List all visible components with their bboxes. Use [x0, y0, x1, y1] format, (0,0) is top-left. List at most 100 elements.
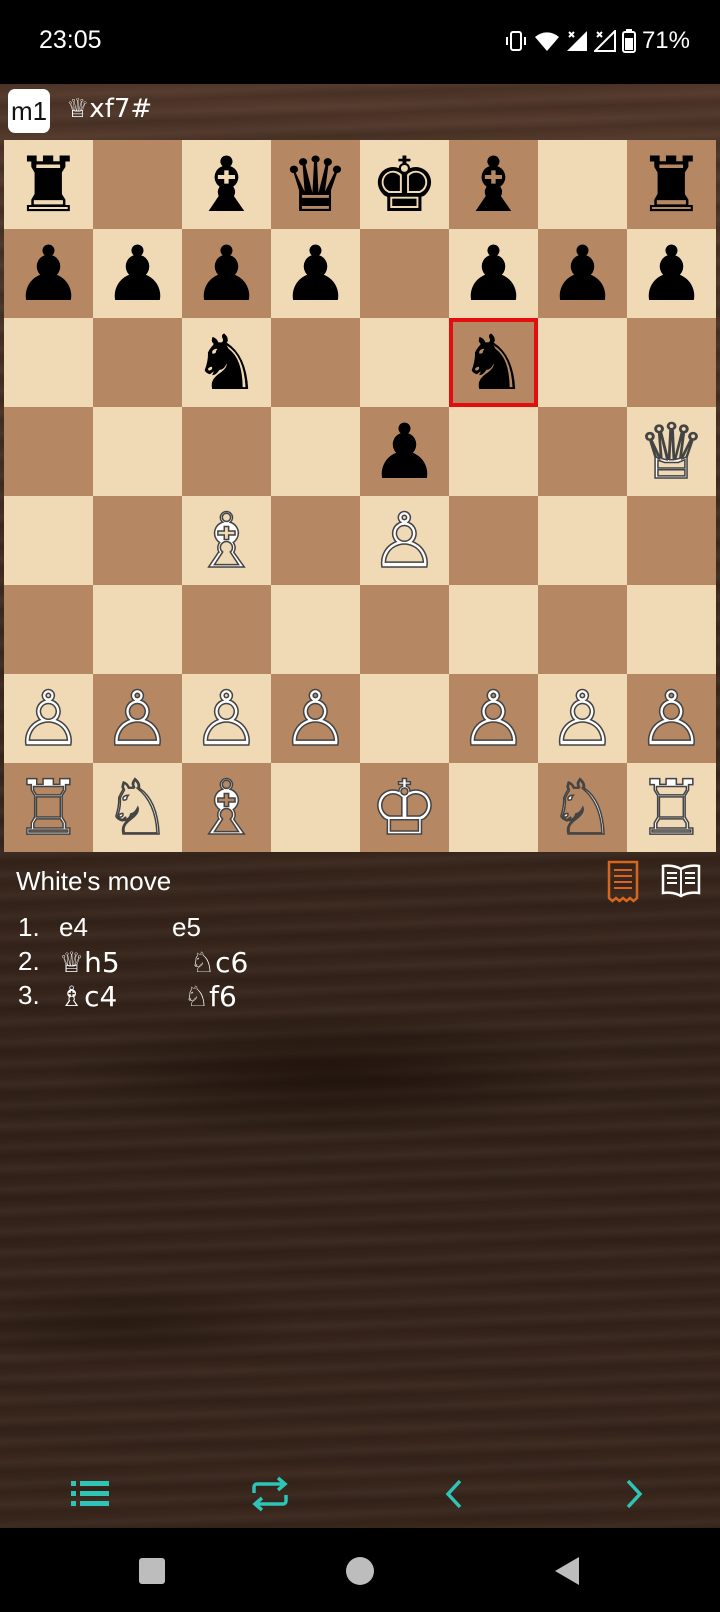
square-a2[interactable]: ♙	[4, 674, 93, 763]
chess-piece[interactable]: ♟	[637, 235, 705, 312]
chess-piece[interactable]: ♙	[103, 679, 173, 757]
white-move[interactable]: ♕h5	[59, 946, 120, 979]
square-c1[interactable]: ♗	[182, 763, 271, 852]
square-b2[interactable]: ♙	[93, 674, 182, 763]
chess-piece[interactable]: ♖	[14, 768, 84, 846]
square-e3[interactable]	[360, 585, 449, 674]
chess-piece[interactable]: ♗	[192, 768, 262, 846]
square-c5[interactable]	[182, 407, 271, 496]
chess-piece[interactable]: ♟	[103, 235, 171, 312]
square-c2[interactable]: ♙	[182, 674, 271, 763]
chess-board[interactable]: ♜ ♝ ♛ ♚ ♝ ♜ ♟ ♟ ♟ ♟ ♟ ♟ ♟ ♞ ♞ ♟ ♕ ♗ ♙ ♙ ♙ ♙ ♙ ♙ ♙ ♙ ♖ ♘ ♗ ♔ ♘ ♖	[4, 140, 716, 852]
chess-piece[interactable]: ♟	[281, 235, 349, 312]
black-move[interactable]: e5	[172, 912, 201, 943]
square-b1[interactable]: ♘	[93, 763, 182, 852]
square-h5[interactable]: ♕	[627, 407, 716, 496]
move-row[interactable]: 2. ♕h5 ♘c6	[18, 946, 418, 980]
square-d1[interactable]	[271, 763, 360, 852]
square-g3[interactable]	[538, 585, 627, 674]
square-a5[interactable]	[4, 407, 93, 496]
square-c6[interactable]: ♞	[182, 318, 271, 407]
square-e8[interactable]: ♚	[360, 140, 449, 229]
square-e6[interactable]	[360, 318, 449, 407]
chess-piece[interactable]: ♗	[192, 501, 262, 579]
square-b4[interactable]	[93, 496, 182, 585]
next-move-button[interactable]	[604, 1464, 664, 1524]
square-h4[interactable]	[627, 496, 716, 585]
chess-piece[interactable]: ♘	[103, 768, 173, 846]
chess-piece[interactable]: ♞	[192, 324, 260, 401]
square-h1[interactable]: ♖	[627, 763, 716, 852]
chess-piece[interactable]: ♟	[548, 235, 616, 312]
square-d3[interactable]	[271, 585, 360, 674]
square-e5[interactable]: ♟	[360, 407, 449, 496]
square-d2[interactable]: ♙	[271, 674, 360, 763]
square-h6[interactable]	[627, 318, 716, 407]
square-f2[interactable]: ♙	[449, 674, 538, 763]
black-move[interactable]: ♘c6	[190, 946, 248, 979]
opening-book-button[interactable]	[660, 860, 702, 902]
square-a3[interactable]	[4, 585, 93, 674]
chess-piece[interactable]: ♚	[370, 146, 438, 223]
flip-board-button[interactable]	[240, 1464, 300, 1524]
square-a8[interactable]: ♜	[4, 140, 93, 229]
square-g4[interactable]	[538, 496, 627, 585]
square-g2[interactable]: ♙	[538, 674, 627, 763]
chess-piece[interactable]: ♙	[637, 679, 707, 757]
square-b8[interactable]	[93, 140, 182, 229]
chess-piece[interactable]: ♙	[14, 679, 84, 757]
square-f6[interactable]: ♞	[449, 318, 538, 407]
square-c7[interactable]: ♟	[182, 229, 271, 318]
white-move[interactable]: e4	[59, 912, 88, 943]
square-g7[interactable]: ♟	[538, 229, 627, 318]
square-f5[interactable]	[449, 407, 538, 496]
chess-piece[interactable]: ♟	[192, 235, 260, 312]
square-e2[interactable]	[360, 674, 449, 763]
square-b3[interactable]	[93, 585, 182, 674]
chess-piece[interactable]: ♝	[192, 146, 260, 223]
square-d4[interactable]	[271, 496, 360, 585]
chess-piece[interactable]: ♘	[548, 768, 618, 846]
square-f8[interactable]: ♝	[449, 140, 538, 229]
chess-piece[interactable]: ♙	[459, 679, 529, 757]
chess-piece[interactable]: ♟	[370, 413, 438, 490]
square-b6[interactable]	[93, 318, 182, 407]
square-b5[interactable]	[93, 407, 182, 496]
chess-piece[interactable]: ♞	[459, 324, 527, 401]
square-a6[interactable]	[4, 318, 93, 407]
square-f1[interactable]	[449, 763, 538, 852]
move-row[interactable]: 1. e4 e5	[18, 912, 418, 946]
square-d5[interactable]	[271, 407, 360, 496]
square-g6[interactable]	[538, 318, 627, 407]
square-d8[interactable]: ♛	[271, 140, 360, 229]
square-h8[interactable]: ♜	[627, 140, 716, 229]
chess-piece[interactable]: ♟	[459, 235, 527, 312]
square-f7[interactable]: ♟	[449, 229, 538, 318]
black-move[interactable]: ♘f6	[184, 980, 237, 1013]
chess-piece[interactable]: ♖	[637, 768, 707, 846]
square-f4[interactable]	[449, 496, 538, 585]
square-a7[interactable]: ♟	[4, 229, 93, 318]
chess-piece[interactable]: ♔	[370, 768, 440, 846]
square-h7[interactable]: ♟	[627, 229, 716, 318]
square-g1[interactable]: ♘	[538, 763, 627, 852]
app-logo[interactable]: m1	[8, 89, 50, 133]
square-h3[interactable]	[627, 585, 716, 674]
square-e1[interactable]: ♔	[360, 763, 449, 852]
square-e4[interactable]: ♙	[360, 496, 449, 585]
square-d6[interactable]	[271, 318, 360, 407]
chess-piece[interactable]: ♟	[14, 235, 82, 312]
square-g5[interactable]	[538, 407, 627, 496]
square-e7[interactable]	[360, 229, 449, 318]
square-c3[interactable]	[182, 585, 271, 674]
home-button[interactable]	[343, 1554, 377, 1588]
chess-piece[interactable]: ♜	[637, 146, 705, 223]
recents-button[interactable]	[135, 1554, 169, 1588]
square-h2[interactable]: ♙	[627, 674, 716, 763]
chess-piece[interactable]: ♙	[192, 679, 262, 757]
back-button[interactable]	[550, 1554, 584, 1588]
square-g8[interactable]	[538, 140, 627, 229]
chess-piece[interactable]: ♙	[281, 679, 351, 757]
square-c8[interactable]: ♝	[182, 140, 271, 229]
chess-piece[interactable]: ♙	[370, 501, 440, 579]
